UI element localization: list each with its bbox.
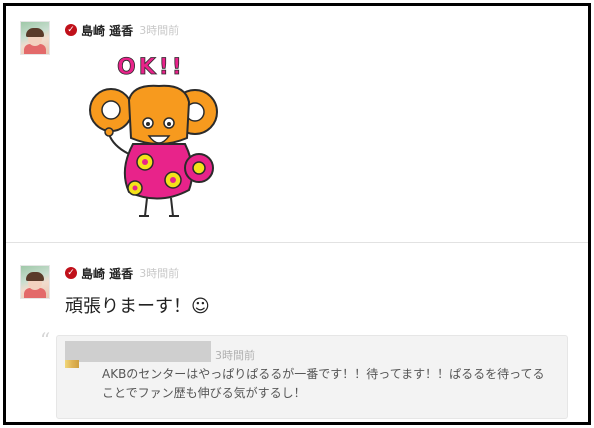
check-circle-icon: ✓ (65, 267, 77, 279)
post-header: ✓ 島崎 遥香 3時間前 (65, 264, 179, 282)
avatar[interactable] (20, 21, 50, 55)
timeline-frame: ✓ 島崎 遥香 3時間前 OK!! ✓ 島崎 遥香 3時間前 頑張りまーす！☺ … (3, 3, 591, 425)
quote-icon: “ (40, 328, 51, 352)
sticker-text: OK!! (117, 55, 185, 80)
post-message: 頑張りまーす！☺ (65, 296, 210, 317)
post: ✓ 島崎 遥香 3時間前 OK!! (6, 6, 588, 242)
post: ✓ 島崎 遥香 3時間前 頑張りまーす！☺ “ 3時間前 AKBのセンターはやっ… (6, 243, 588, 422)
post-time[interactable]: 3時間前 (139, 22, 179, 38)
author-name[interactable]: 島崎 遥香 (81, 265, 133, 282)
post-time[interactable]: 3時間前 (139, 265, 179, 281)
avatar[interactable] (20, 265, 50, 299)
blurred-commenter-name (65, 341, 211, 362)
comment-card: 3時間前 AKBのセンターはやっぱりぱるるが一番です！！待ってます！！ぱるるを待… (56, 335, 568, 419)
post-header: ✓ 島崎 遥香 3時間前 (65, 21, 179, 39)
check-circle-icon: ✓ (65, 24, 77, 36)
comment-time: 3時間前 (215, 349, 255, 362)
comment-text: AKBのセンターはやっぱりぱるるが一番です！！待ってます！！ぱるるを待ってること… (102, 367, 545, 400)
mouse-character-sticker: OK!! (89, 55, 218, 217)
author-name[interactable]: 島崎 遥香 (81, 22, 133, 39)
commenter-avatar[interactable] (65, 360, 79, 368)
